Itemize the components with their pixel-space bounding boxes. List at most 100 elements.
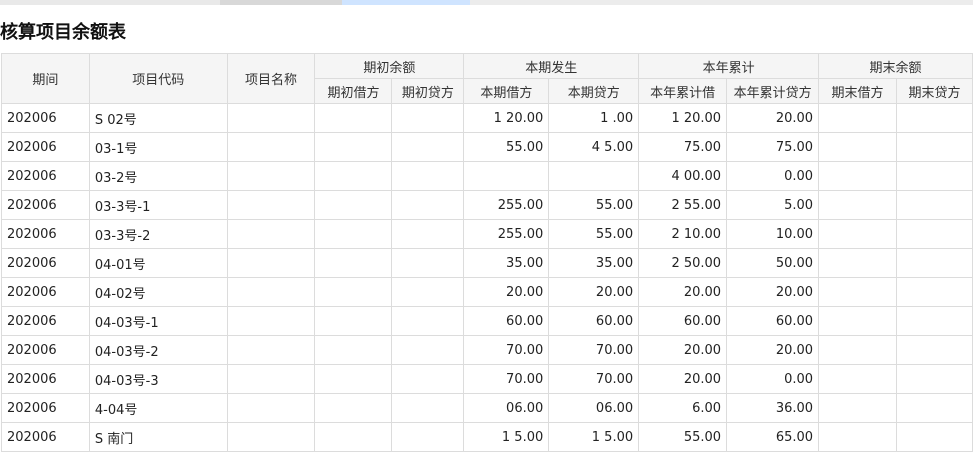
cell-current-credit[interactable]: 60.00 bbox=[548, 306, 640, 336]
cell-closing-credit[interactable] bbox=[895, 335, 973, 365]
cell-current-debit[interactable]: 70.00 bbox=[463, 364, 550, 394]
cell-opening-debit[interactable] bbox=[314, 393, 393, 423]
header-item-code[interactable]: 项目代码 bbox=[88, 53, 228, 104]
cell-item-code[interactable]: 03-3号-2 bbox=[88, 219, 228, 249]
cell-opening-credit[interactable] bbox=[391, 132, 465, 162]
cell-current-credit[interactable]: 1 .00 bbox=[548, 103, 640, 133]
cell-item-code[interactable]: 04-01号 bbox=[88, 248, 228, 278]
tab-strip-active-segment[interactable] bbox=[342, 0, 470, 5]
cell-ytd-credit[interactable]: 0.00 bbox=[726, 364, 820, 394]
cell-current-credit[interactable]: 06.00 bbox=[548, 393, 640, 423]
cell-closing-debit[interactable] bbox=[818, 393, 897, 423]
cell-item-code[interactable]: 4-04号 bbox=[88, 393, 228, 423]
cell-closing-debit[interactable] bbox=[818, 364, 897, 394]
table-row[interactable]: 202006 04-02号 20.00 20.00 20.00 20.00 bbox=[1, 277, 973, 307]
header-closing-credit[interactable]: 期末贷方 bbox=[895, 78, 973, 104]
cell-current-debit[interactable]: 06.00 bbox=[463, 393, 550, 423]
cell-current-debit[interactable]: 1 20.00 bbox=[463, 103, 550, 133]
cell-current-credit[interactable]: 55.00 bbox=[548, 219, 640, 249]
cell-ytd-debit[interactable]: 20.00 bbox=[638, 277, 728, 307]
tab-strip-segment[interactable] bbox=[220, 0, 342, 5]
cell-closing-credit[interactable] bbox=[895, 219, 973, 249]
cell-ytd-credit[interactable]: 75.00 bbox=[726, 132, 820, 162]
tab-strip-segment[interactable] bbox=[470, 0, 973, 5]
cell-ytd-credit[interactable]: 10.00 bbox=[726, 219, 820, 249]
cell-ytd-debit[interactable]: 4 00.00 bbox=[638, 161, 728, 191]
cell-item-name[interactable] bbox=[226, 219, 316, 249]
cell-period[interactable]: 202006 bbox=[1, 393, 90, 423]
cell-current-credit[interactable]: 70.00 bbox=[548, 335, 640, 365]
cell-closing-debit[interactable] bbox=[818, 277, 897, 307]
table-row[interactable]: 202006 4-04号 06.00 06.00 6.00 36.00 bbox=[1, 393, 973, 423]
cell-period[interactable]: 202006 bbox=[1, 306, 90, 336]
cell-current-credit[interactable]: 35.00 bbox=[548, 248, 640, 278]
cell-item-name[interactable] bbox=[226, 161, 316, 191]
cell-opening-credit[interactable] bbox=[391, 306, 465, 336]
cell-ytd-debit[interactable]: 75.00 bbox=[638, 132, 728, 162]
cell-ytd-debit[interactable]: 20.00 bbox=[638, 335, 728, 365]
cell-item-name[interactable] bbox=[226, 132, 316, 162]
cell-ytd-credit[interactable]: 65.00 bbox=[726, 422, 820, 452]
table-row[interactable]: 202006 S 02号 1 20.00 1 .00 1 20.00 20.00 bbox=[1, 103, 973, 133]
cell-closing-debit[interactable] bbox=[818, 219, 897, 249]
cell-period[interactable]: 202006 bbox=[1, 248, 90, 278]
tab-strip-segment[interactable] bbox=[0, 0, 220, 5]
cell-item-name[interactable] bbox=[226, 248, 316, 278]
cell-opening-credit[interactable] bbox=[391, 248, 465, 278]
cell-ytd-credit[interactable]: 20.00 bbox=[726, 103, 820, 133]
cell-current-credit[interactable]: 55.00 bbox=[548, 190, 640, 220]
cell-opening-debit[interactable] bbox=[314, 161, 393, 191]
cell-item-code[interactable]: S 02号 bbox=[88, 103, 228, 133]
cell-opening-credit[interactable] bbox=[391, 277, 465, 307]
cell-closing-credit[interactable] bbox=[895, 132, 973, 162]
cell-current-credit[interactable] bbox=[548, 161, 640, 191]
cell-ytd-credit[interactable]: 20.00 bbox=[726, 277, 820, 307]
cell-period[interactable]: 202006 bbox=[1, 422, 90, 452]
cell-closing-credit[interactable] bbox=[895, 393, 973, 423]
cell-item-code[interactable]: 03-1号 bbox=[88, 132, 228, 162]
cell-closing-debit[interactable] bbox=[818, 422, 897, 452]
table-row[interactable]: 202006 03-3号-2 255.00 55.00 2 10.00 10.00 bbox=[1, 219, 973, 249]
table-row[interactable]: 202006 04-03号-1 60.00 60.00 60.00 60.00 bbox=[1, 306, 973, 336]
cell-current-debit[interactable]: 20.00 bbox=[463, 277, 550, 307]
cell-period[interactable]: 202006 bbox=[1, 190, 90, 220]
cell-ytd-credit[interactable]: 0.00 bbox=[726, 161, 820, 191]
cell-period[interactable]: 202006 bbox=[1, 103, 90, 133]
cell-ytd-credit[interactable]: 20.00 bbox=[726, 335, 820, 365]
cell-current-debit[interactable]: 255.00 bbox=[463, 219, 550, 249]
cell-ytd-debit[interactable]: 6.00 bbox=[638, 393, 728, 423]
cell-ytd-debit[interactable]: 2 55.00 bbox=[638, 190, 728, 220]
cell-period[interactable]: 202006 bbox=[1, 132, 90, 162]
cell-item-name[interactable] bbox=[226, 103, 316, 133]
cell-opening-debit[interactable] bbox=[314, 422, 393, 452]
cell-ytd-credit[interactable]: 60.00 bbox=[726, 306, 820, 336]
cell-item-code[interactable]: 04-03号-3 bbox=[88, 364, 228, 394]
cell-opening-debit[interactable] bbox=[314, 335, 393, 365]
cell-opening-credit[interactable] bbox=[391, 364, 465, 394]
cell-closing-credit[interactable] bbox=[895, 103, 973, 133]
cell-item-code[interactable]: 03-2号 bbox=[88, 161, 228, 191]
table-row[interactable]: 202006 03-1号 55.00 4 5.00 75.00 75.00 bbox=[1, 132, 973, 162]
cell-closing-debit[interactable] bbox=[818, 161, 897, 191]
cell-item-name[interactable] bbox=[226, 277, 316, 307]
cell-opening-debit[interactable] bbox=[314, 219, 393, 249]
cell-item-name[interactable] bbox=[226, 335, 316, 365]
cell-ytd-debit[interactable]: 20.00 bbox=[638, 364, 728, 394]
cell-closing-debit[interactable] bbox=[818, 335, 897, 365]
cell-current-debit[interactable]: 1 5.00 bbox=[463, 422, 550, 452]
cell-ytd-debit[interactable]: 2 50.00 bbox=[638, 248, 728, 278]
cell-current-debit[interactable]: 70.00 bbox=[463, 335, 550, 365]
header-item-name[interactable]: 项目名称 bbox=[226, 53, 316, 104]
cell-opening-credit[interactable] bbox=[391, 219, 465, 249]
cell-current-debit[interactable]: 35.00 bbox=[463, 248, 550, 278]
cell-item-code[interactable]: 04-03号-1 bbox=[88, 306, 228, 336]
cell-closing-debit[interactable] bbox=[818, 248, 897, 278]
cell-current-credit[interactable]: 4 5.00 bbox=[548, 132, 640, 162]
header-period[interactable]: 期间 bbox=[1, 53, 90, 104]
cell-opening-debit[interactable] bbox=[314, 132, 393, 162]
cell-period[interactable]: 202006 bbox=[1, 364, 90, 394]
table-row[interactable]: 202006 04-03号-2 70.00 70.00 20.00 20.00 bbox=[1, 335, 973, 365]
cell-item-name[interactable] bbox=[226, 393, 316, 423]
cell-item-name[interactable] bbox=[226, 190, 316, 220]
cell-opening-credit[interactable] bbox=[391, 190, 465, 220]
